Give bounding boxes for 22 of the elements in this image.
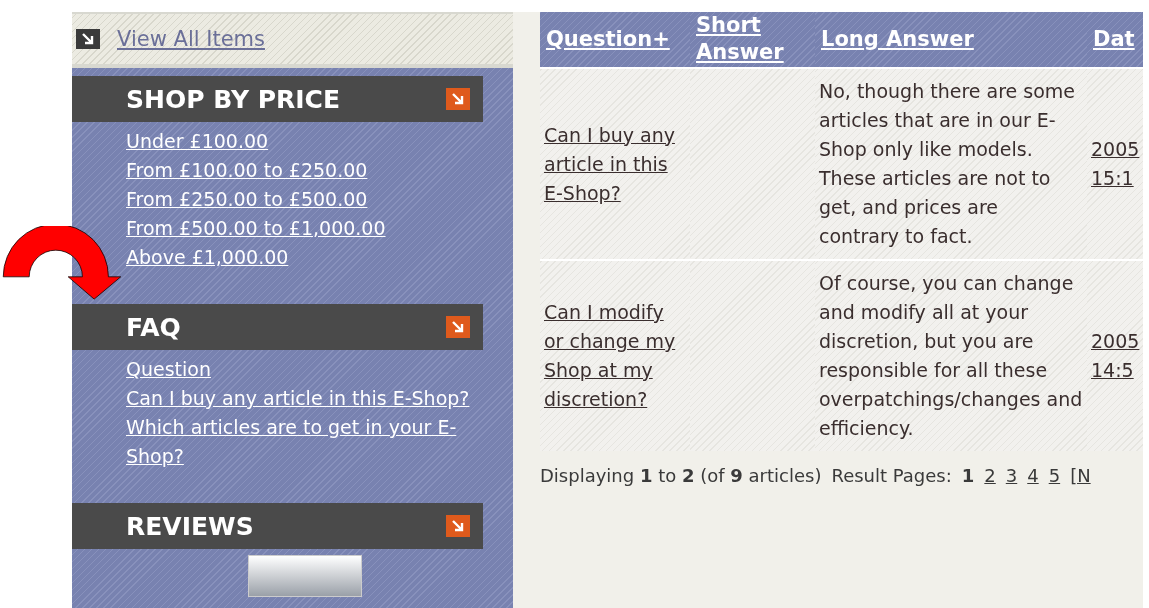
section-title: SHOP BY PRICE (126, 84, 340, 114)
page-link[interactable]: 3 (1005, 465, 1018, 486)
sidebar-link[interactable]: From £100.00 to £250.00 (126, 156, 368, 185)
answer-text: No, though there are some articles that are in our E-Shop only like models. These articles are not to get, and prices are contrary to fact. (819, 80, 1075, 247)
result-pages-label: Result Pages: (831, 465, 952, 486)
sidebar-link[interactable]: From £500.00 to £1,000.00 (126, 214, 386, 243)
section-title: REVIEWS (126, 511, 254, 541)
page-link[interactable]: 5 (1048, 465, 1061, 486)
page-link[interactable]: 2 (984, 465, 996, 486)
sidebar-link[interactable]: Above £1,000.00 (126, 243, 289, 272)
sidebar-link[interactable]: From £250.00 to £500.00 (126, 185, 368, 214)
view-all-link[interactable]: View All Items (117, 27, 265, 51)
page-link[interactable]: [N (1070, 465, 1091, 486)
sidebar-link[interactable]: Under £100.00 (126, 127, 269, 156)
sidebar-link[interactable]: Which articles are to get in your E-Shop? (126, 413, 476, 471)
section-title: FAQ (126, 312, 181, 342)
page-link[interactable]: 4 (1027, 465, 1039, 486)
results-summary: Displaying 1 to 2 (of 9 articles) (540, 465, 822, 486)
answer-text: Of course, you can change and modify all at your discretion, but you are responsible for all these overpatchings/changes and efficiency. (819, 272, 1083, 439)
page-link[interactable]: 1 (961, 465, 975, 486)
sidebar-link[interactable]: Can I buy any article in this E-Shop? (126, 384, 470, 413)
sidebar-link[interactable]: Question (126, 355, 211, 384)
